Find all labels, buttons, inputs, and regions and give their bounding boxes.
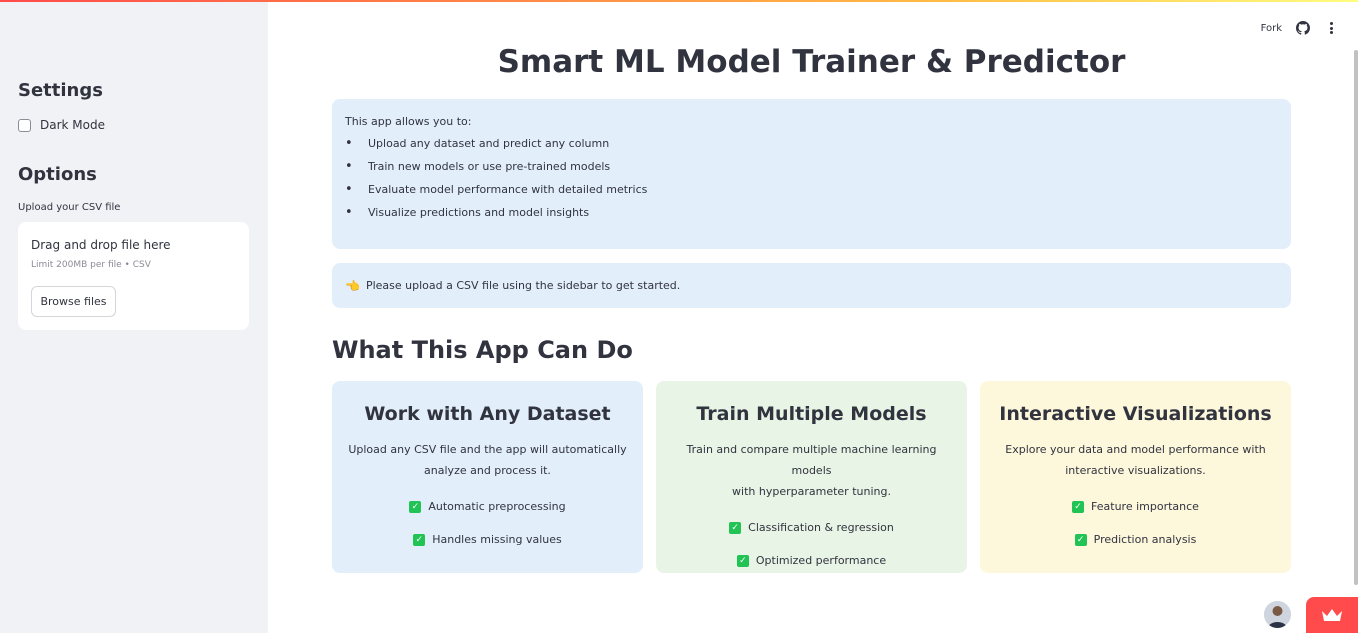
feature-label: Handles missing values [432, 533, 562, 546]
card-desc-line: with hyperparameter tuning. [732, 485, 891, 498]
card-desc-line: analyze and process it. [424, 464, 551, 477]
check-icon: ✓ [729, 521, 742, 534]
fork-button[interactable]: Fork [1261, 23, 1282, 34]
feature-card-models: Train Multiple Models Train and compare … [656, 381, 967, 573]
file-dropzone[interactable]: Drag and drop file here Limit 200MB per … [18, 222, 249, 330]
feature-label: Classification & regression [748, 521, 894, 534]
card-feature: ✓ Automatic preprocessing [346, 490, 629, 523]
card-description: Upload any CSV file and the app will aut… [346, 439, 629, 481]
crown-icon [1322, 609, 1342, 621]
more-vertical-icon[interactable] [1324, 20, 1338, 36]
top-decoration-bar [0, 0, 1358, 2]
notice-text: Please upload a CSV file using the sideb… [365, 279, 681, 292]
card-feature: ✓ Prediction analysis [994, 523, 1277, 556]
upload-label: Upload your CSV file [18, 202, 121, 213]
avatar[interactable] [1264, 601, 1291, 628]
info-item: Upload any dataset and predict any colum… [345, 136, 1278, 151]
dark-mode-toggle[interactable]: Dark Mode [18, 118, 105, 132]
check-icon: ✓ [1074, 533, 1087, 546]
upload-notice: 👈 Please upload a CSV file using the sid… [332, 263, 1291, 308]
feature-card-dataset: Work with Any Dataset Upload any CSV fil… [332, 381, 643, 573]
card-description: Train and compare multiple machine learn… [670, 439, 953, 502]
dark-mode-label: Dark Mode [40, 118, 105, 132]
dropzone-title: Drag and drop file here [31, 238, 171, 252]
info-item: Evaluate model performance with detailed… [345, 182, 1278, 197]
card-feature: ✓ Handles missing values [346, 523, 629, 556]
dark-mode-checkbox[interactable] [18, 118, 31, 132]
check-icon: ✓ [1072, 500, 1085, 513]
card-desc-line: Train and compare multiple machine learn… [686, 443, 937, 477]
info-box: This app allows you to: Upload any datas… [332, 99, 1291, 249]
feature-label: Feature importance [1091, 500, 1199, 513]
card-desc-line: interactive visualizations. [1065, 464, 1206, 477]
browse-files-button[interactable]: Browse files [31, 286, 116, 317]
github-icon[interactable] [1296, 21, 1310, 35]
card-feature: ✓ Feature importance [994, 490, 1277, 523]
pointing-hand-icon: 👈 [345, 278, 360, 293]
card-title: Interactive Visualizations [999, 403, 1272, 425]
card-feature: ✓ Optimized performance [670, 544, 953, 577]
info-item: Visualize predictions and model insights [345, 205, 1278, 220]
section-title: What This App Can Do [332, 336, 633, 364]
dropzone-limit: Limit 200MB per file • CSV [31, 260, 151, 270]
card-desc-line: Explore your data and model performance … [1005, 443, 1266, 456]
feature-card-visualizations: Interactive Visualizations Explore your … [980, 381, 1291, 573]
page-title: Smart ML Model Trainer & Predictor [497, 44, 1126, 80]
user-avatar-icon [1264, 601, 1291, 628]
feature-label: Optimized performance [755, 554, 887, 567]
card-title: Train Multiple Models [696, 403, 927, 425]
settings-heading: Settings [18, 80, 103, 101]
scrollbar[interactable] [1354, 50, 1358, 585]
card-description: Explore your data and model performance … [994, 439, 1277, 481]
check-icon: ✓ [409, 500, 422, 513]
top-toolbar: Fork [1261, 20, 1338, 36]
feature-label: Automatic preprocessing [428, 500, 566, 513]
sidebar: Settings Dark Mode Options Upload your C… [0, 0, 268, 633]
info-item: Train new models or use pre-trained mode… [345, 159, 1278, 174]
options-heading: Options [18, 164, 97, 185]
card-feature: ✓ Classification & regression [670, 511, 953, 544]
info-intro: This app allows you to: [345, 115, 472, 128]
check-icon: ✓ [736, 554, 749, 567]
check-icon: ✓ [413, 533, 426, 546]
streamlit-badge-button[interactable] [1306, 597, 1358, 633]
card-title: Work with Any Dataset [364, 403, 611, 425]
feature-label: Prediction analysis [1093, 533, 1197, 546]
info-list: Upload any dataset and predict any colum… [345, 136, 1278, 220]
card-desc-line: Upload any CSV file and the app will aut… [348, 443, 627, 456]
